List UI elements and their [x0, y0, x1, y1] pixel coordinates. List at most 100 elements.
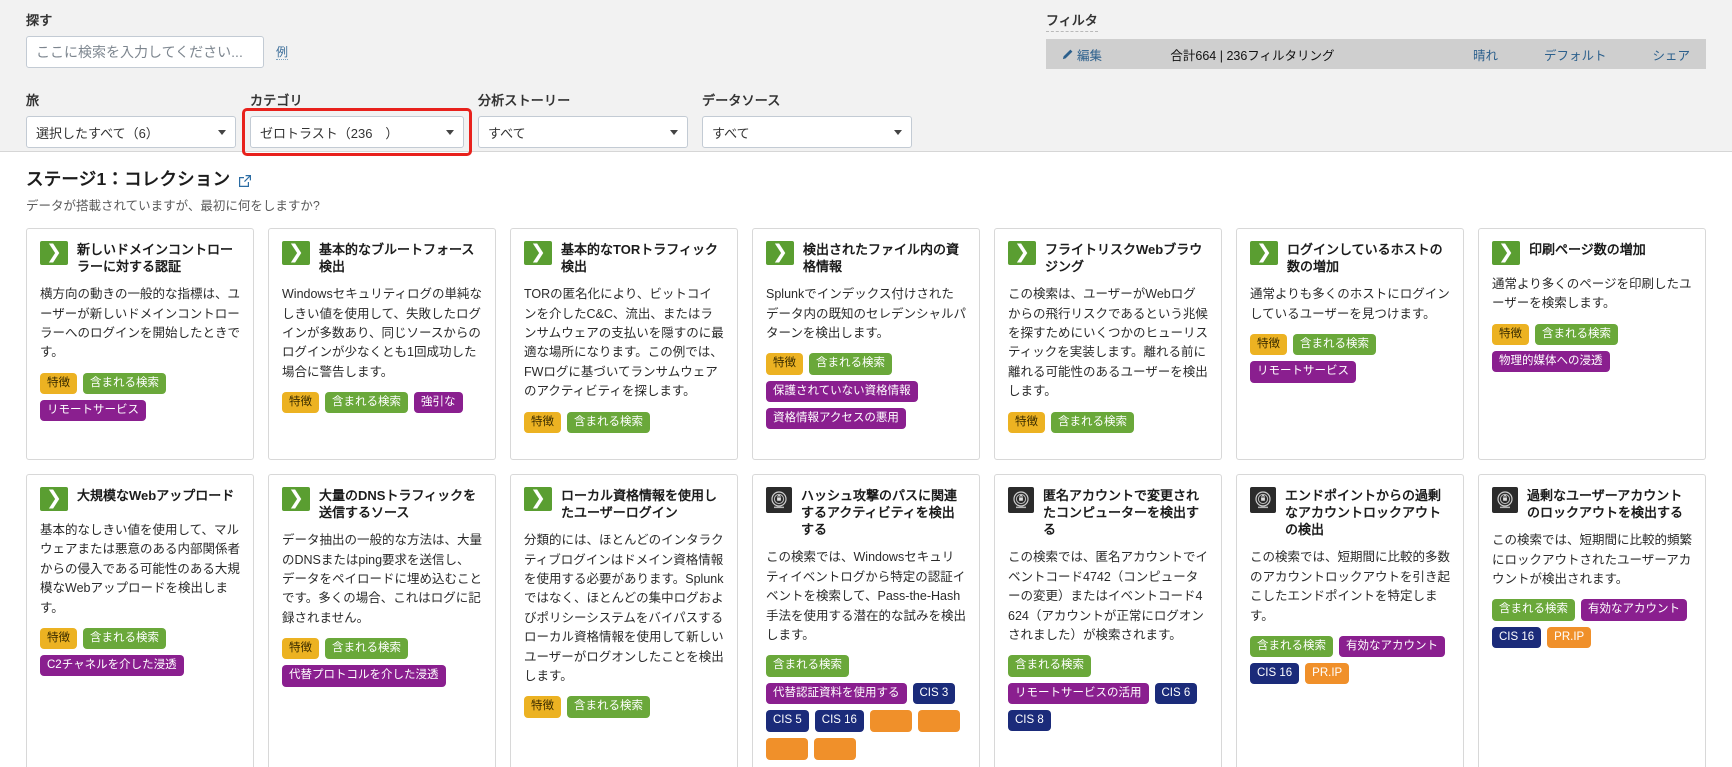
- tag-badge[interactable]: リモートサービス: [1250, 361, 1356, 383]
- tag-badge[interactable]: 保護されていない資格情報: [766, 380, 918, 402]
- tag-badge[interactable]: 有効なアカウント: [1581, 599, 1687, 621]
- tag-badge[interactable]: [766, 737, 808, 760]
- tag-badge[interactable]: 含まれる検索: [567, 696, 650, 718]
- card-description: 分類的には、ほとんどのインタラクティブログインはドメイン資格情報を使用する必要が…: [524, 533, 724, 683]
- tag-badge[interactable]: リモートサービスの活用: [1008, 682, 1149, 704]
- tag-badge[interactable]: 特徴: [1250, 334, 1287, 356]
- select-category[interactable]: ゼロトラスト（236 ）: [250, 116, 464, 148]
- search-input[interactable]: [26, 36, 264, 68]
- tag-badge[interactable]: リモートサービス: [40, 400, 146, 422]
- tag-badge[interactable]: 代替プロトコルを介した浸透: [282, 665, 446, 687]
- detection-card[interactable]: エンドポイントからの過剰なアカウントロックアウトの検出 この検索では、短期間に比較…: [1236, 474, 1464, 767]
- chevron-badge-icon: ❯: [40, 241, 68, 265]
- card-title: 印刷ページ数の増加: [1529, 242, 1646, 257]
- tag-badge[interactable]: 特徴: [40, 627, 77, 650]
- tag-badge[interactable]: PR.IP: [1547, 626, 1592, 648]
- search-field-group: 探す 例: [26, 10, 289, 68]
- tag-badge[interactable]: 含まれる検索: [1535, 323, 1618, 345]
- tag-badge[interactable]: 含まれる検索: [1293, 334, 1376, 356]
- filter-share-button[interactable]: シェア: [1652, 45, 1690, 64]
- tag-badge[interactable]: CIS 5: [766, 709, 809, 732]
- detection-card[interactable]: ❯ フライトリスクWebブラウジング この検索は、ユーザーがWebログからの飛行リス…: [994, 228, 1222, 460]
- tag-badge[interactable]: 含まれる検索: [1250, 635, 1333, 658]
- detection-card[interactable]: ❯ 検出されたファイル内の資格情報 Splunkでインデックス付けされたデータ内の既…: [752, 228, 980, 460]
- tag-badge[interactable]: 含まれる検索: [1492, 599, 1575, 621]
- chevron-badge-icon: ❯: [766, 241, 794, 265]
- chevron-badge-icon: ❯: [524, 241, 552, 265]
- card-header: ❯ 大規模なWebアップロード: [40, 487, 240, 511]
- card-tag-list: 含まれる検索代替認証資料を使用する CIS 3 CIS 5 CIS 16: [766, 655, 966, 760]
- detection-card[interactable]: ハッシュ攻撃のパスに関連するアクティビティを検出する この検索では、Windows…: [752, 474, 980, 767]
- tag-badge[interactable]: 含まれる検索: [1051, 411, 1134, 433]
- card-header: 匿名アカウントで変更されたコンピューターを検出する: [1008, 487, 1208, 538]
- card-description: TORの匿名化により、ビットコインを介したC&C、流出、またはランサムウェアの支…: [524, 287, 724, 399]
- tag-badge[interactable]: PR.IP: [1305, 663, 1350, 685]
- filter-count-text: 合計664 | 236フィルタリング: [1170, 48, 1335, 63]
- tag-badge[interactable]: 特徴: [524, 411, 561, 433]
- tag-badge[interactable]: 特徴: [282, 638, 319, 660]
- tag-badge[interactable]: 含まれる検索: [325, 638, 408, 660]
- detection-card[interactable]: 匿名アカウントで変更されたコンピューターを検出する この検索では、匿名アカウントで…: [994, 474, 1222, 767]
- detection-card[interactable]: ❯ 基本的なブルートフォース検出 Windowsセキュリティログの単純なしきい値を使…: [268, 228, 496, 460]
- detection-card[interactable]: 過剰なユーザーアカウントのロックアウトを検出する この検索では、短期間に比較的頻繁…: [1478, 474, 1706, 767]
- tag-badge[interactable]: [917, 709, 960, 732]
- detection-card[interactable]: ❯ 大量のDNSトラフィックを送信するソース データ抽出の一般的な方法は、大量のDN…: [268, 474, 496, 767]
- card-header: 過剰なユーザーアカウントのロックアウトを検出する: [1492, 487, 1692, 521]
- card-title: 基本的なブルートフォース検出: [319, 242, 475, 275]
- tag-badge[interactable]: 特徴: [40, 372, 77, 395]
- tag-badge[interactable]: 強引な: [414, 392, 463, 414]
- tag-badge[interactable]: 含まれる検索: [325, 392, 408, 414]
- tag-badge[interactable]: [814, 737, 856, 760]
- detection-card[interactable]: ❯ ログインしているホストの数の増加 通常よりも多くのホストにログインしているユーザ…: [1236, 228, 1464, 460]
- tag-badge[interactable]: 代替認証資料を使用する: [766, 682, 907, 704]
- tag-badge[interactable]: 含まれる検索: [1008, 655, 1091, 677]
- select-journey[interactable]: 選択したすべて（6）: [26, 116, 236, 148]
- detection-card[interactable]: ❯ 大規模なWebアップロード 基本的なしきい値を使用して、マルウェアまたは悪意のあ…: [26, 474, 254, 767]
- card-title: 匿名アカウントで変更されたコンピューターを検出する: [1043, 488, 1200, 538]
- tag-badge[interactable]: C2チャネルを介した浸透: [40, 655, 184, 677]
- external-link-icon[interactable]: [238, 172, 252, 187]
- select-group-data-source: データソース すべて: [702, 90, 912, 148]
- search-example-link[interactable]: 例: [276, 45, 289, 60]
- detection-card[interactable]: ❯ 新しいドメインコントローラーに対する認証横方向の動きの一般的な指標は、ユーザー…: [26, 228, 254, 460]
- select-data-source[interactable]: すべて: [702, 116, 912, 148]
- tag-badge[interactable]: CIS 16: [1250, 663, 1300, 685]
- tag-badge[interactable]: 含まれる検索: [83, 372, 166, 395]
- tag-badge[interactable]: [869, 709, 912, 732]
- tag-badge[interactable]: 物理的媒体への浸透: [1492, 350, 1610, 373]
- tag-badge[interactable]: 含まれる検索: [83, 627, 166, 650]
- tag-badge[interactable]: CIS 3: [912, 682, 956, 704]
- tag-badge[interactable]: CIS 16: [814, 709, 864, 732]
- tag-badge[interactable]: CIS 6: [1154, 682, 1198, 704]
- filter-clear-button[interactable]: 晴れ: [1473, 45, 1498, 64]
- tag-badge[interactable]: 資格情報アクセスの悪用: [766, 407, 906, 430]
- select-journey-value: 選択したすべて（6）: [36, 125, 159, 141]
- tag-badge[interactable]: CIS 16: [1492, 626, 1542, 648]
- filter-edit-button[interactable]: 編集: [1062, 45, 1102, 64]
- seal-badge-icon: [1492, 487, 1518, 513]
- seal-badge-icon: [1008, 487, 1034, 513]
- tag-badge[interactable]: CIS 8: [1008, 709, 1051, 731]
- chevron-badge-icon: ❯: [524, 487, 552, 511]
- tag-badge[interactable]: 特徴: [766, 353, 803, 375]
- filter-summary-title: フィルタ: [1046, 10, 1098, 32]
- tag-badge[interactable]: 特徴: [282, 392, 319, 414]
- tag-badge[interactable]: 含まれる検索: [567, 411, 650, 433]
- detection-card[interactable]: ❯ ローカル資格情報を使用したユーザーログイン 分類的には、ほとんどのインタラクティ…: [510, 474, 738, 767]
- page-title: ステージ1：コレクション: [26, 166, 1706, 191]
- select-analytic-story[interactable]: すべて: [478, 116, 688, 148]
- card-description: 横方向の動きの一般的な指標は、ユーザーが新しいドメインコントローラーへのログイン…: [40, 287, 241, 360]
- tag-badge[interactable]: 含まれる検索: [809, 353, 892, 375]
- chevron-badge-icon: ❯: [1250, 241, 1278, 265]
- tag-badge[interactable]: 有効なアカウント: [1339, 635, 1445, 658]
- tag-badge[interactable]: 特徴: [1492, 323, 1529, 345]
- tag-badge[interactable]: 特徴: [1008, 411, 1045, 433]
- tag-badge[interactable]: 含まれる検索: [766, 655, 849, 677]
- card-header: ❯ 基本的なブルートフォース検出: [282, 241, 482, 275]
- card-header: ❯ 新しいドメインコントローラーに対する認証: [40, 241, 240, 275]
- filter-default-button[interactable]: デフォルト: [1544, 45, 1607, 64]
- detection-card[interactable]: ❯ 印刷ページ数の増加 通常より多くのページを印刷したユーザーを検索します。 特徴 含ま…: [1478, 228, 1706, 460]
- tag-badge[interactable]: 特徴: [524, 696, 561, 718]
- card-description: この検索では、短期間に比較的多数のアカウントロックアウトを引き起こしたエンドポイ…: [1250, 550, 1451, 623]
- detection-card[interactable]: ❯ 基本的なTORトラフィック検出 TORの匿名化により、ビットコインを介したC&C…: [510, 228, 738, 460]
